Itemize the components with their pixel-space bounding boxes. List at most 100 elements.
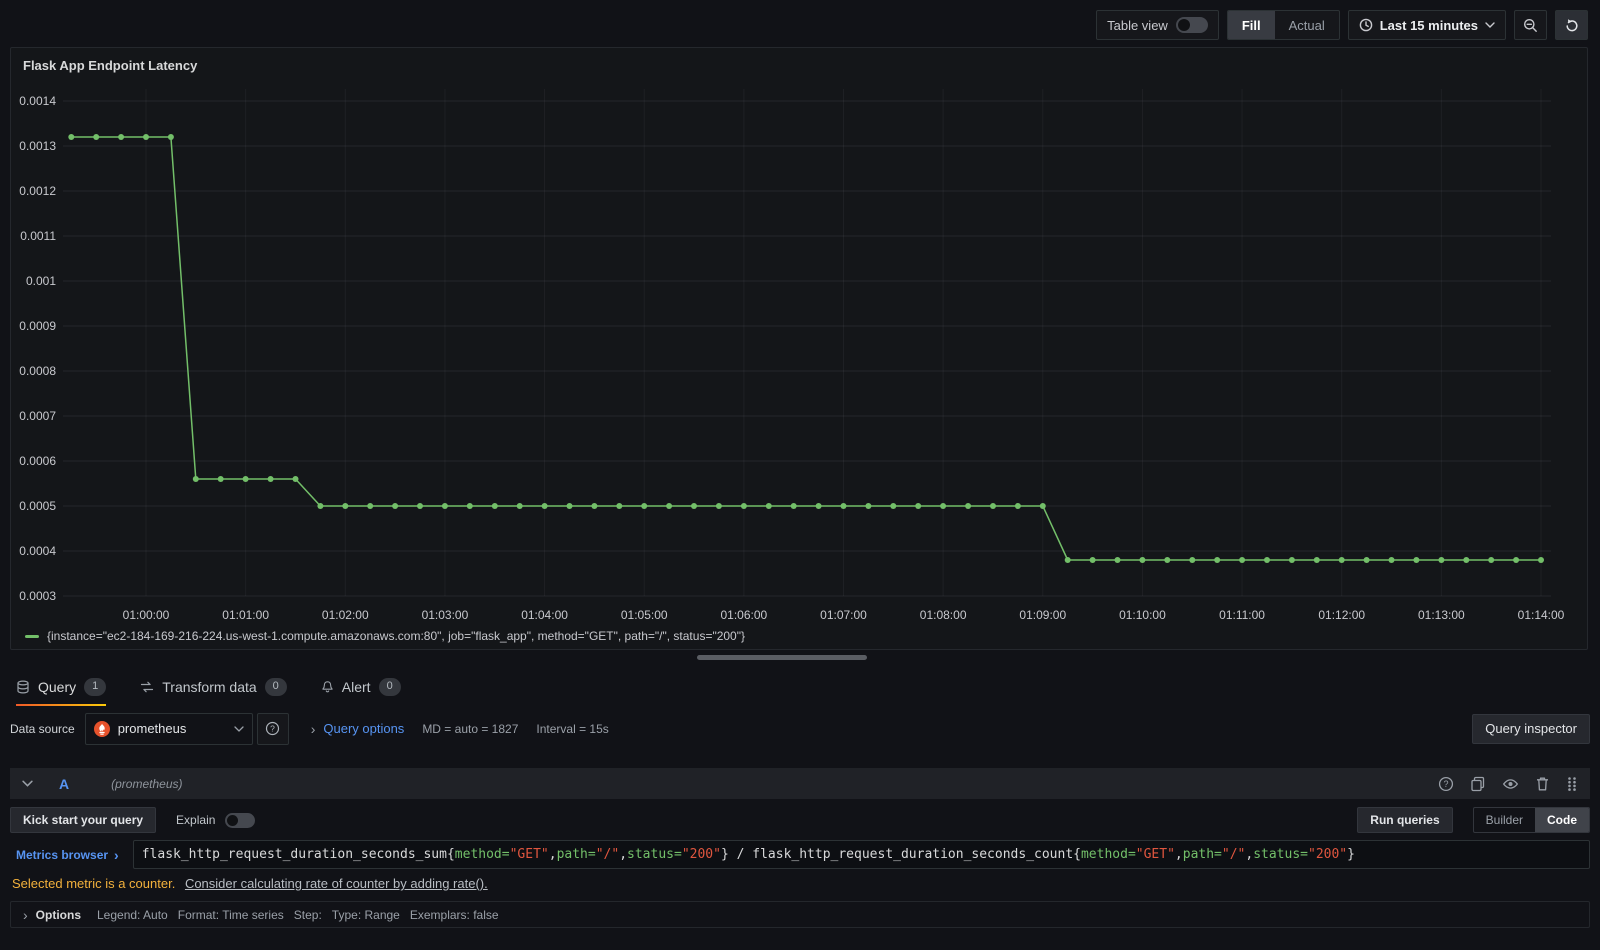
actual-button[interactable]: Actual [1275,11,1339,39]
svg-text:01:00:00: 01:00:00 [123,608,170,622]
time-range-label: Last 15 minutes [1379,17,1478,33]
datasource-bar: Data source prometheus ? › Query options… [10,712,1590,745]
svg-text:0.0012: 0.0012 [19,184,56,198]
chevron-down-icon [234,725,244,732]
svg-text:0.0004: 0.0004 [19,544,56,558]
svg-text:01:07:00: 01:07:00 [820,608,867,622]
builder-code-group: Builder Code [1472,807,1590,833]
bell-icon [321,680,334,694]
option-summary-item: Exemplars: false [409,907,499,922]
explain-label: Explain [176,813,216,827]
zoom-out-button[interactable] [1514,10,1547,40]
svg-text:01:14:00: 01:14:00 [1518,608,1565,622]
chart-legend[interactable]: {instance="ec2-184-169-216-224.us-west-1… [25,629,745,643]
svg-text:01:12:00: 01:12:00 [1318,608,1365,622]
svg-text:0.0005: 0.0005 [19,499,56,513]
chevron-down-icon [1485,22,1495,28]
svg-text:0.0013: 0.0013 [19,139,56,153]
option-summary-item: Legend: Auto [97,907,168,922]
refresh-button[interactable] [1555,10,1588,40]
explain-control: Explain [176,812,256,828]
panel-title: Flask App Endpoint Latency [23,58,198,73]
tab-transform-label: Transform data [162,679,257,695]
svg-text:0.0007: 0.0007 [19,409,56,423]
query-ref-id: A [59,775,70,792]
svg-text:0.0014: 0.0014 [19,94,56,108]
time-range-picker[interactable]: Last 15 minutes [1347,10,1506,40]
svg-text:0.0009: 0.0009 [19,319,56,333]
query-options-label: Query options [323,721,405,736]
svg-text:01:10:00: 01:10:00 [1119,608,1166,622]
datasource-selected-value: prometheus [117,721,187,736]
magnifier-minus-icon [1523,18,1538,33]
promql-query-text: flask_http_request_duration_seconds_sum{… [141,847,1355,862]
tab-alert[interactable]: Alert 0 [321,670,401,704]
svg-text:01:06:00: 01:06:00 [720,608,767,622]
svg-text:?: ? [1443,779,1448,789]
tab-transform-data[interactable]: Transform data 0 [140,670,287,704]
query-help-icon[interactable]: ? [1438,776,1454,792]
code-mode-button[interactable]: Code [1535,808,1589,832]
toggle-knob [227,814,239,826]
svg-text:01:13:00: 01:13:00 [1418,608,1465,622]
explain-toggle[interactable] [225,812,256,828]
tab-query-label: Query [38,679,77,695]
eye-icon[interactable] [1502,776,1519,792]
drag-handle-icon[interactable] [1566,776,1578,792]
prometheus-logo-icon [93,720,110,737]
toggle-knob [1177,19,1190,31]
svg-text:01:08:00: 01:08:00 [920,608,967,622]
help-circle-icon: ? [265,721,280,736]
clock-icon [1359,18,1373,32]
builder-mode-button[interactable]: Builder [1474,808,1535,832]
kick-start-query-button[interactable]: Kick start your query [10,807,157,833]
svg-text:01:11:00: 01:11:00 [1219,608,1265,622]
tab-alert-label: Alert [341,679,371,695]
chevron-right-icon: › [114,846,119,863]
metrics-browser-label: Metrics browser [16,847,109,862]
table-view-label: Table view [1107,17,1168,33]
panel-toolbar: Table view Fill Actual Last 15 minutes [1096,10,1588,40]
metrics-browser-toggle[interactable]: Metrics browser › [10,847,123,863]
datasource-help-button[interactable]: ? [256,712,289,745]
tab-query[interactable]: Query 1 [16,670,107,706]
promql-query-input[interactable]: flask_http_request_duration_seconds_sum{… [132,840,1590,869]
collapse-chevron-down-icon[interactable] [22,780,33,787]
run-queries-button[interactable]: Run queries [1357,807,1453,833]
query-row-actions: ? [1438,776,1578,792]
query-datasource-hint: (prometheus) [111,776,183,791]
option-summary-item: Format: Time series [177,907,284,922]
max-data-points-text: MD = auto = 1827 [422,721,519,736]
trash-icon[interactable] [1535,776,1550,792]
svg-text:01:02:00: 01:02:00 [322,608,369,622]
query-row-header[interactable]: A (prometheus) ? [10,768,1590,799]
chevron-right-icon: › [23,906,28,923]
latency-chart[interactable]: 01:00:00 01:01:00 01:02:00 01:03:00 01:04:00… [19,78,1579,630]
svg-text:0.0003: 0.0003 [19,589,56,603]
add-rate-link[interactable]: Consider calculating rate of counter by … [185,876,488,891]
query-input-row: Metrics browser › flask_http_request_dur… [10,840,1590,869]
counter-warning-text: Selected metric is a counter. [12,876,176,891]
option-summary-item: Step: [293,907,322,922]
duplicate-icon[interactable] [1470,776,1486,792]
options-summary-list: Legend: Auto Format: Time series Step: Type… [97,906,509,924]
chevron-right-icon: › [310,720,316,737]
query-options-toggle[interactable]: › Query options [311,721,405,737]
options-label: Options [35,907,81,922]
svg-text:0.0006: 0.0006 [19,454,56,468]
tab-query-badge: 1 [84,678,107,696]
svg-text:01:03:00: 01:03:00 [422,608,469,622]
query-toolbar-row: Kick start your query Explain Run querie… [10,807,1590,833]
query-options-summary-row[interactable]: › Options Legend: Auto Format: Time serie… [10,901,1590,928]
horizontal-scrollbar-thumb[interactable] [697,655,867,660]
table-view-control[interactable]: Table view [1096,10,1219,40]
svg-text:0.0011: 0.0011 [20,229,56,243]
datasource-select[interactable]: prometheus [84,712,253,745]
latency-panel: Flask App Endpoint Latency 01:00:00 01:01… [10,47,1588,650]
fill-button[interactable]: Fill [1227,11,1275,39]
option-summary-item: Type: Range [331,907,400,922]
editor-tabs: Query 1 Transform data 0 Alert 0 [0,670,1600,706]
query-inspector-button[interactable]: Query inspector [1472,713,1590,744]
database-icon [16,680,30,694]
table-view-toggle[interactable] [1175,17,1208,33]
